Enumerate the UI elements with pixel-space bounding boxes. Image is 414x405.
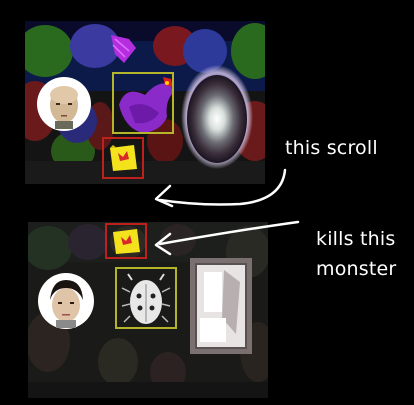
bottom-game-scene: [28, 222, 268, 398]
caption-monster: monster: [316, 258, 397, 280]
top-game-scene: [25, 21, 265, 184]
caption-this-scroll: this scroll: [285, 137, 378, 159]
caption-kills-this: kills this: [316, 228, 396, 250]
top-game-panel: [25, 21, 265, 184]
bottom-game-panel: [28, 222, 268, 398]
